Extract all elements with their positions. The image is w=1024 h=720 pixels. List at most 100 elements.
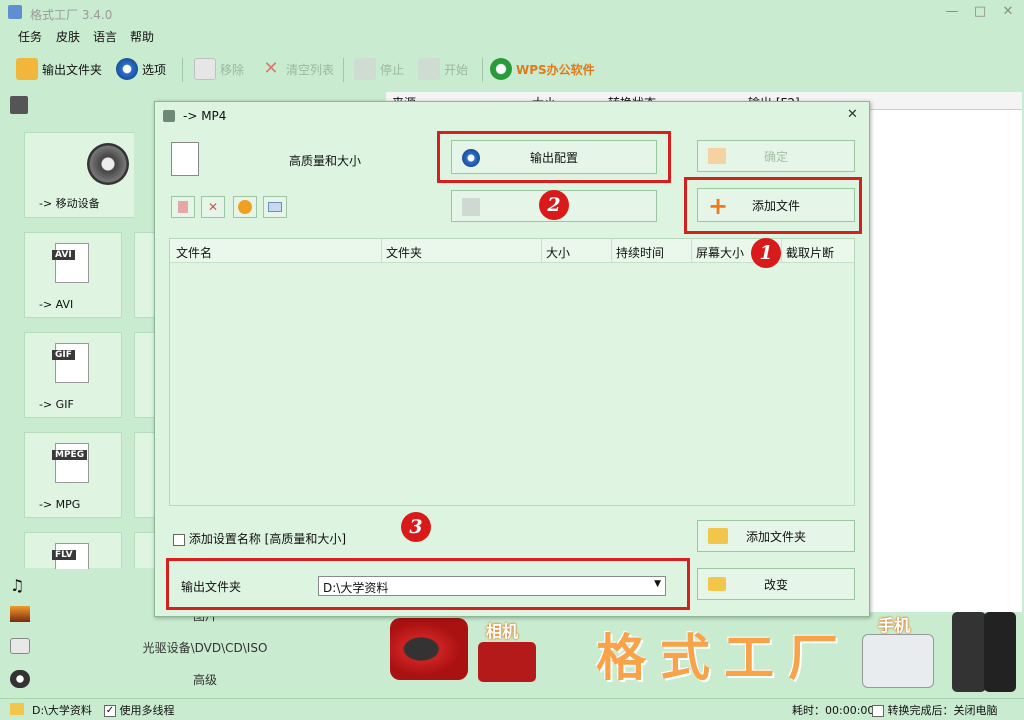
tile-partial[interactable] xyxy=(134,332,156,418)
video-category-icon[interactable] xyxy=(10,96,28,114)
menu-skin[interactable]: 皮肤 xyxy=(56,28,80,45)
phone-image-2 xyxy=(984,612,1016,692)
close-button[interactable]: ✕ xyxy=(998,4,1018,20)
output-folder-label: 输出文件夹 xyxy=(181,580,242,594)
mini-delete-icon: ✕ xyxy=(207,200,219,214)
add-setting-name-checkbox[interactable]: 添加设置名称 [高质量和大小] xyxy=(173,530,346,547)
toolbar-separator xyxy=(182,58,183,82)
tile-partial[interactable] xyxy=(134,232,156,318)
change-button[interactable]: 改变 xyxy=(697,568,855,600)
tile-flv[interactable]: FLV xyxy=(24,532,122,569)
flv-file-icon: FLV xyxy=(52,543,89,569)
col-filename[interactable]: 文件名 xyxy=(176,244,212,261)
clip-icon xyxy=(462,198,480,216)
nav-rom[interactable]: 光驱设备\DVD\CD\ISO xyxy=(0,636,386,658)
mpeg-file-icon: MPEG xyxy=(52,443,89,483)
file-table[interactable]: 文件名 文件夹 大小 持续时间 屏幕大小 截取片断 xyxy=(169,238,855,506)
chevron-down-icon: ▼ xyxy=(654,579,661,589)
mini-info-button[interactable] xyxy=(263,196,287,218)
output-config-button[interactable]: 输出配置 xyxy=(451,140,657,174)
camera-label: 相机 xyxy=(486,622,519,641)
mini-delete-button[interactable]: ✕ xyxy=(201,196,225,218)
dialog-close-icon[interactable]: ✕ xyxy=(847,107,858,122)
shutdown-toggle[interactable]: 转换完成后：关闭电脑 xyxy=(872,702,998,718)
tile-partial[interactable] xyxy=(134,532,156,568)
menu-help[interactable]: 帮助 xyxy=(130,28,154,45)
wps-icon xyxy=(490,58,512,80)
quality-label: 高质量和大小 xyxy=(289,154,362,168)
confirm-button[interactable]: 确定 xyxy=(697,140,855,172)
stop-icon xyxy=(354,58,376,80)
confirm-icon xyxy=(708,148,726,164)
tile-partial[interactable] xyxy=(134,432,156,518)
col-size[interactable]: 大小 xyxy=(546,244,570,261)
change-label: 改变 xyxy=(763,577,788,592)
wps-button[interactable]: WPS办公软件 xyxy=(490,56,595,82)
output-folder-label: 输出文件夹 xyxy=(42,62,103,77)
clear-list-label: 清空列表 xyxy=(286,62,335,77)
mp4-dialog: -> MP4 ✕ 高质量和大小 输出配置 确定 ✕ 2 + 添加文件 文件名 文… xyxy=(154,101,870,617)
plus-icon: + xyxy=(708,192,729,220)
multithread-label: 使用多线程 xyxy=(119,704,175,717)
brand-title: 格式工厂 xyxy=(596,629,852,687)
add-file-label: 添加文件 xyxy=(751,198,800,213)
music-icon[interactable]: ♫ xyxy=(10,576,28,595)
setting-name-check[interactable] xyxy=(173,533,185,546)
tile-mobile-label: -> 移动设备 xyxy=(39,197,100,210)
window-title: 格式工厂 3.4.0 xyxy=(30,8,113,22)
step-marker-2: 2 xyxy=(539,190,569,220)
minimize-button[interactable]: — xyxy=(942,4,962,20)
info-icon xyxy=(268,202,282,212)
col-duration[interactable]: 持续时间 xyxy=(616,244,664,261)
clear-list-button[interactable]: ✕ 清空列表 xyxy=(260,56,334,82)
tile-gif[interactable]: GIF -> GIF xyxy=(24,332,122,418)
remove-label: 移除 xyxy=(220,62,245,77)
add-folder-icon xyxy=(708,528,728,544)
col-folder[interactable]: 文件夹 xyxy=(386,244,422,261)
setting-name-value: [高质量和大小] xyxy=(264,532,347,546)
options-button[interactable]: 选项 xyxy=(116,56,166,82)
output-folder-button[interactable]: 输出文件夹 xyxy=(16,56,102,82)
output-folder-select[interactable]: D:\大学资料 ▼ xyxy=(318,576,666,596)
remove-button[interactable]: 移除 xyxy=(194,56,244,82)
start-button[interactable]: 开始 xyxy=(418,56,468,82)
stop-button[interactable]: 停止 xyxy=(354,56,404,82)
status-folder-icon xyxy=(10,703,24,715)
menu-language[interactable]: 语言 xyxy=(93,28,117,45)
phone-label: 手机 xyxy=(878,616,911,635)
multithread-check[interactable]: ✓ xyxy=(104,705,116,717)
start-label: 开始 xyxy=(444,62,469,77)
step-marker-3: 3 xyxy=(401,512,431,542)
menu-bar: 任务 皮肤 语言 帮助 xyxy=(0,26,1024,46)
col-screen-size[interactable]: 屏幕大小 xyxy=(696,244,744,261)
nav-rom-label: 光驱设备\DVD\CD\ISO xyxy=(142,641,268,655)
tile-mpg[interactable]: MPEG -> MPG xyxy=(24,432,122,518)
tile-avi[interactable]: AVI -> AVI xyxy=(24,232,122,318)
camcorder-image xyxy=(390,618,468,680)
clear-icon: ✕ xyxy=(263,58,279,79)
change-folder-icon xyxy=(708,577,726,591)
options-label: 选项 xyxy=(142,62,167,77)
menu-task[interactable]: 任务 xyxy=(18,28,42,45)
shutdown-check[interactable] xyxy=(872,705,884,717)
camera-image xyxy=(478,642,536,682)
elapsed-time: 耗时：00:00:00 xyxy=(792,704,875,717)
brand-banner: 相机 格式工厂 手机 xyxy=(386,612,1022,696)
nav-advanced[interactable]: 高级 xyxy=(0,668,386,690)
tile-mpg-label: -> MPG xyxy=(39,498,81,511)
col-clip[interactable]: 截取片断 xyxy=(786,244,834,261)
maximize-button[interactable]: □ xyxy=(970,4,990,20)
mini-remove-button[interactable] xyxy=(171,196,195,218)
multithread-toggle[interactable]: ✓ 使用多线程 xyxy=(104,702,175,718)
step-marker-1: 1 xyxy=(751,238,781,268)
shutdown-label: 转换完成后：关闭电脑 xyxy=(887,704,998,717)
mini-play-button[interactable] xyxy=(233,196,257,218)
add-file-button[interactable]: + 添加文件 xyxy=(697,188,855,222)
stop-label: 停止 xyxy=(380,62,405,77)
confirm-label: 确定 xyxy=(763,149,788,164)
wps-label: WPS办公软件 xyxy=(516,62,595,77)
film-reel-icon xyxy=(87,143,129,185)
avi-file-icon: AVI xyxy=(52,243,89,283)
add-folder-button[interactable]: 添加文件夹 xyxy=(697,520,855,552)
tile-avi-label: -> AVI xyxy=(39,298,74,311)
